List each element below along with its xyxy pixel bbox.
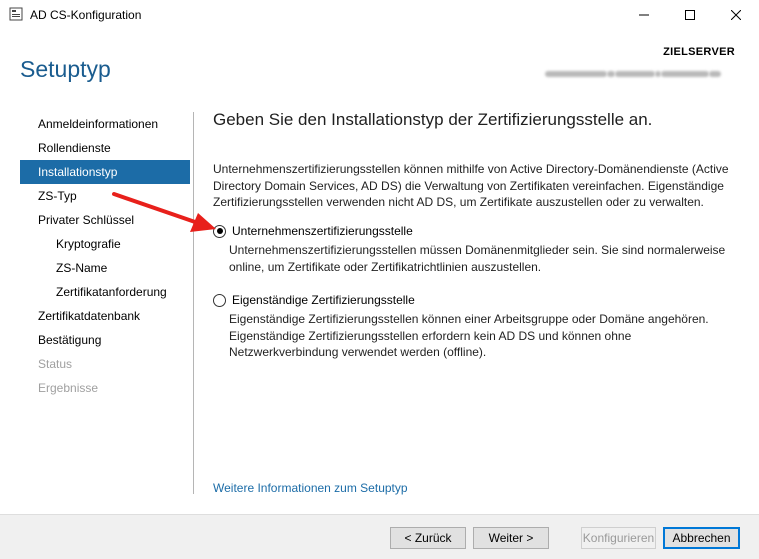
main-content: Geben Sie den Installationstyp der Zerti… bbox=[213, 110, 733, 130]
red-arrow-icon bbox=[112, 192, 216, 232]
option-standalone-ca-description: Eigenständige Zertifizierungsstellen kön… bbox=[229, 312, 709, 359]
ad-cs-config-window: AD CS-Konfiguration Setuptyp ZIELSERVER … bbox=[0, 0, 759, 559]
maximize-icon bbox=[685, 10, 695, 20]
minimize-icon bbox=[639, 14, 649, 16]
nav-item-ergebnisse: Ergebnisse bbox=[38, 381, 99, 395]
next-button[interactable]: Weiter > bbox=[473, 527, 549, 549]
page-title: Setuptyp bbox=[20, 56, 111, 82]
window-title: AD CS-Konfiguration bbox=[30, 8, 142, 22]
target-server-name-redacted bbox=[545, 66, 735, 78]
nav-item-zertifikatdatenbank[interactable]: Zertifikatdatenbank bbox=[20, 304, 190, 328]
back-button[interactable]: < Zurück bbox=[390, 527, 466, 549]
footer-bar: < Zurück Weiter > Konfigurieren Abbreche… bbox=[0, 514, 759, 559]
configure-button: Konfigurieren bbox=[581, 527, 656, 549]
option-enterprise-ca-label[interactable]: Unternehmenszertifizierungsstelle bbox=[232, 224, 413, 238]
nav-item-bestaetigung[interactable]: Bestätigung bbox=[20, 328, 190, 352]
nav-item-zertifikatanforderung[interactable]: Zertifikatanforderung bbox=[20, 280, 190, 304]
maximize-button[interactable] bbox=[667, 0, 713, 30]
nav-item-installationstyp[interactable]: Installationstyp bbox=[20, 160, 190, 184]
close-icon bbox=[731, 10, 741, 20]
target-server-label: ZIELSERVER bbox=[663, 46, 735, 58]
content-heading: Geben Sie den Installationstyp der Zerti… bbox=[213, 110, 653, 129]
nav-item-rollendienste[interactable]: Rollendienste bbox=[20, 136, 190, 160]
option-standalone-ca-row[interactable]: Eigenständige Zertifizierungsstelle bbox=[213, 292, 733, 308]
nav-item-zs-name[interactable]: ZS-Name bbox=[20, 256, 190, 280]
intro-text: Unternehmenszertifizierungsstellen könne… bbox=[213, 162, 729, 209]
nav-item-anmeldeinformationen[interactable]: Anmeldeinformationen bbox=[20, 112, 190, 136]
title-bar[interactable]: AD CS-Konfiguration bbox=[0, 0, 759, 30]
option-enterprise-ca-row[interactable]: Unternehmenszertifizierungsstelle bbox=[213, 223, 733, 239]
minimize-button[interactable] bbox=[621, 0, 667, 30]
more-info-link[interactable]: Weitere Informationen zum Setuptyp bbox=[213, 481, 408, 495]
option-enterprise-ca: Unternehmenszertifizierungsstelle Untern… bbox=[213, 223, 733, 275]
wizard-nav: Anmeldeinformationen Rollendienste Insta… bbox=[20, 112, 190, 400]
server-manager-icon bbox=[9, 7, 23, 21]
option-standalone-ca: Eigenständige Zertifizierungsstelle Eige… bbox=[213, 292, 733, 361]
close-button[interactable] bbox=[713, 0, 759, 30]
nav-item-status: Status bbox=[38, 357, 73, 371]
radio-standalone-ca[interactable] bbox=[213, 293, 226, 307]
cancel-button[interactable]: Abbrechen bbox=[663, 527, 740, 549]
nav-divider bbox=[193, 112, 194, 494]
option-standalone-ca-label[interactable]: Eigenständige Zertifizierungsstelle bbox=[232, 293, 415, 307]
option-enterprise-ca-description: Unternehmenszertifizierungsstellen müsse… bbox=[229, 243, 726, 274]
